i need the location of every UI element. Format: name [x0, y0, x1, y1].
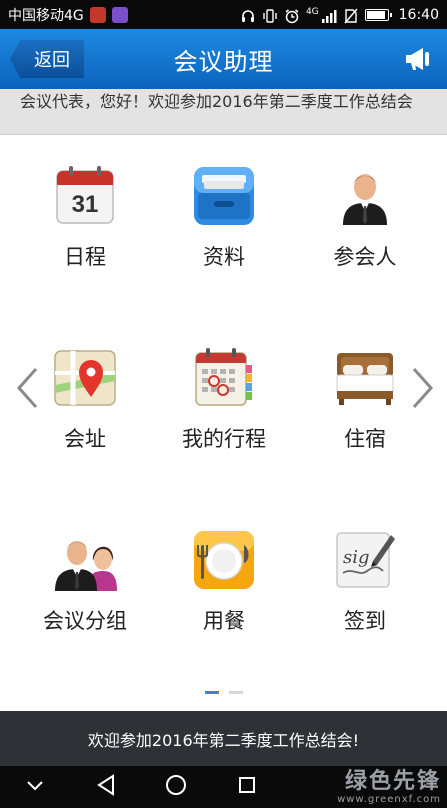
function-grid: 31 日程 资料 参会人 会址 我的行程 住宿 会议分组 用餐 sig 签到: [0, 135, 447, 711]
page-indicator: [205, 691, 243, 694]
signal-icon: [321, 8, 337, 23]
back-button[interactable]: 返回: [10, 40, 84, 78]
vibrate-icon: [262, 8, 278, 23]
previous-page-arrow-icon[interactable]: [14, 366, 40, 410]
megaphone-icon[interactable]: [403, 44, 433, 74]
battery-icon: [364, 8, 392, 21]
tile-label: 资料: [203, 245, 245, 269]
tile-label: 我的行程: [182, 427, 266, 451]
calendar-day-number: 31: [72, 191, 99, 218]
watermark: 绿色先锋 www.greenxf.com: [337, 766, 441, 808]
signature-icon: sig: [333, 527, 397, 591]
watermark-url: www.greenxf.com: [337, 793, 441, 805]
tile-venue[interactable]: 会址: [25, 317, 145, 451]
page-dot-active: [205, 691, 219, 694]
tile-label: 日程: [64, 245, 106, 269]
recent-apps-icon[interactable]: [234, 772, 260, 802]
headphones-icon: [240, 8, 256, 22]
signature-text: sig: [343, 547, 370, 568]
file-drawer-icon: [192, 163, 256, 227]
notification-app-icon-2: [111, 6, 128, 23]
tile-label: 参会人: [333, 245, 397, 269]
carrier-label: 中国移动4G: [8, 7, 84, 24]
status-bar: 中国移动4G 4G 16:40: [0, 0, 447, 29]
calendar-icon: 31: [53, 163, 117, 227]
tile-check-in[interactable]: sig 签到: [305, 499, 425, 633]
network-type-label: 4G: [305, 6, 319, 17]
watermark-brand: 绿色先锋: [344, 768, 441, 794]
collapse-chevron-icon[interactable]: [22, 772, 48, 802]
clock-label: 16:40: [398, 6, 439, 23]
notice-banner: 会议代表，您好！欢迎参加2016年第二季度工作总结会: [0, 89, 447, 135]
tile-label: 会议分组: [43, 609, 127, 633]
page-dot: [229, 691, 243, 694]
tile-materials[interactable]: 资料: [164, 135, 284, 269]
tile-my-itinerary[interactable]: 我的行程: [164, 317, 284, 451]
itinerary-calendar-icon: [192, 345, 256, 409]
alarm-icon: [284, 8, 300, 23]
tile-dining[interactable]: 用餐: [164, 499, 284, 633]
tile-attendees[interactable]: 参会人: [305, 135, 425, 269]
tile-label: 签到: [344, 609, 386, 633]
tile-meeting-groups[interactable]: 会议分组: [25, 499, 145, 633]
tile-label: 会址: [64, 427, 106, 451]
group-icon: [53, 527, 117, 591]
next-page-arrow-icon[interactable]: [410, 366, 436, 410]
app-header: 返回 会议助理: [0, 29, 447, 89]
footer-ticker: 欢迎参加2016年第二季度工作总结会!: [0, 711, 447, 766]
home-circle-icon[interactable]: [163, 772, 189, 802]
map-pin-icon: [53, 345, 117, 409]
page-title: 会议助理: [173, 47, 274, 76]
tile-label: 住宿: [344, 427, 386, 451]
tile-schedule[interactable]: 31 日程: [25, 135, 145, 269]
bed-icon: [333, 345, 397, 409]
notification-app-icon: [89, 6, 106, 23]
tile-accommodation[interactable]: 住宿: [305, 317, 425, 451]
no-sim-icon: [343, 8, 359, 23]
person-icon: [333, 163, 397, 227]
dining-icon: [192, 527, 256, 591]
tile-label: 用餐: [203, 609, 245, 633]
back-triangle-icon[interactable]: [93, 772, 119, 802]
